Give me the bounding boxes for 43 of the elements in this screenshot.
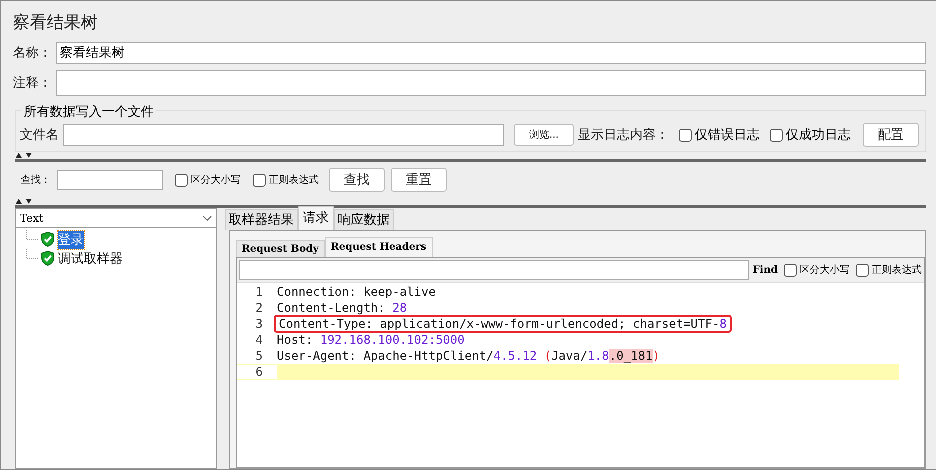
code-line: Connection: keep-alive xyxy=(276,285,437,299)
log-checkbox[interactable]: 仅错误日志 xyxy=(679,126,760,144)
browse-button[interactable]: 浏览... xyxy=(514,124,574,146)
find-field[interactable] xyxy=(239,260,749,280)
request-tab[interactable]: Request Headers xyxy=(324,237,433,257)
find-option-checkbox[interactable]: 区分大小写 xyxy=(784,263,850,277)
renderer-dropdown[interactable]: Text xyxy=(16,209,216,228)
panel-title: 察看结果树 xyxy=(13,12,99,34)
comment-label: 注释： xyxy=(13,75,52,92)
code-line: Content-Length: 28 xyxy=(276,301,408,315)
log-checkbox[interactable]: 仅成功日志 xyxy=(770,126,851,144)
result-tab[interactable]: 请求 xyxy=(298,206,334,230)
name-label: 名称： xyxy=(13,45,52,62)
find-option-checkbox[interactable]: 正则表达式 xyxy=(856,263,922,277)
splitter-arrows-icon[interactable] xyxy=(15,198,33,205)
search-option-checkbox[interactable]: 正则表达式 xyxy=(253,173,319,187)
request-tab[interactable]: Request Body xyxy=(236,240,325,257)
find-label: Find xyxy=(752,264,778,276)
tree-item[interactable]: 登录 xyxy=(58,230,84,248)
shield-check-icon xyxy=(41,251,55,266)
tree-item[interactable]: 调试取样器 xyxy=(58,250,123,268)
name-field[interactable]: 察看结果树 xyxy=(56,42,926,64)
tree-connector-line xyxy=(26,230,38,240)
search-action-button[interactable]: 查找 xyxy=(329,168,385,192)
comment-field[interactable] xyxy=(56,70,926,96)
group-legend: 所有数据写入一个文件 xyxy=(22,103,156,121)
log-content-label: 显示日志内容： xyxy=(578,127,669,144)
code-line: User-Agent: Apache-HttpClient/4.5.12 (Java/1.8.0_181) xyxy=(276,349,661,363)
filename-field[interactable] xyxy=(63,124,504,146)
line-number: 6 xyxy=(237,365,277,379)
search-field[interactable] xyxy=(57,170,163,190)
tree-connector-line xyxy=(26,249,38,259)
splitter-arrows-icon[interactable] xyxy=(15,152,33,159)
config-button[interactable]: 配置 xyxy=(863,123,919,147)
shield-check-icon xyxy=(41,232,55,247)
search-action-button[interactable]: 重置 xyxy=(391,168,447,192)
code-line: Host: 192.168.100.102:5000 xyxy=(276,333,466,347)
result-tab[interactable]: 取样器结果 xyxy=(225,209,298,230)
search-label: 查找： xyxy=(21,174,51,187)
search-option-checkbox[interactable]: 区分大小写 xyxy=(175,173,241,187)
chevron-down-icon xyxy=(203,216,212,220)
filename-label: 文件名 xyxy=(20,127,59,144)
result-tab[interactable]: 响应数据 xyxy=(334,209,394,230)
